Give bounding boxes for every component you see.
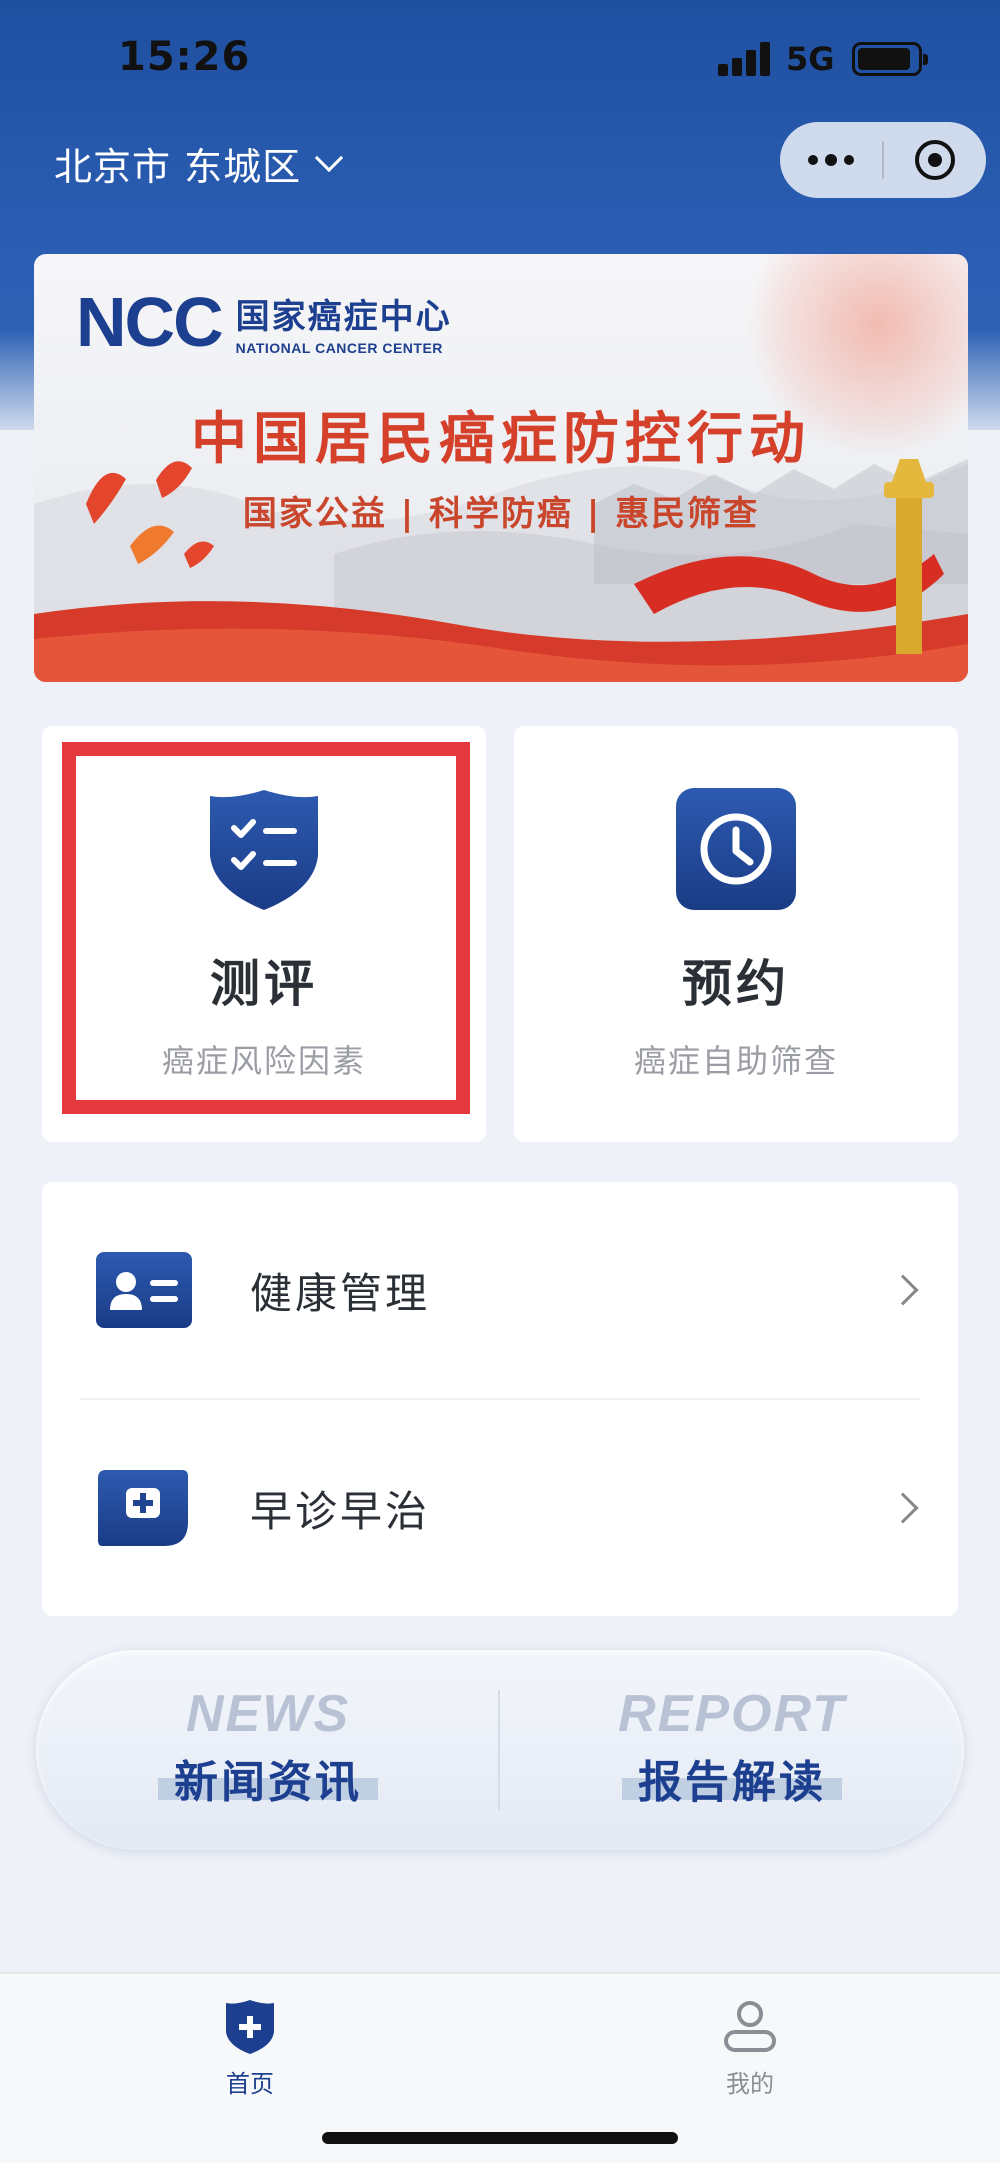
signal-icon: [718, 40, 772, 76]
miniprogram-capsule: [780, 122, 986, 198]
ncc-logo: NCC 国家癌症中心 NATIONAL CANCER CENTER: [76, 282, 452, 362]
report-button[interactable]: REPORT 报告解读: [500, 1650, 964, 1850]
more-icon[interactable]: [780, 122, 882, 198]
tab-mine[interactable]: 我的: [650, 1988, 850, 2108]
news-button[interactable]: NEWS 新闻资讯: [36, 1650, 500, 1850]
network-type: 5G: [786, 40, 835, 78]
status-time: 15:26: [118, 34, 251, 80]
chevron-down-icon: [314, 143, 344, 172]
home-indicator: [322, 2132, 678, 2144]
banner-subtitle: 国家公益 | 科学防癌 | 惠民筛查: [242, 494, 760, 534]
menu-item-early-diagnosis[interactable]: 早诊早治: [42, 1400, 958, 1616]
menu-list: 健康管理 早诊早治: [42, 1182, 958, 1616]
chevron-right-icon: [887, 1492, 919, 1524]
quick-links-pill: NEWS 新闻资讯 REPORT 报告解读: [36, 1650, 964, 1850]
ncc-logo-en: NATIONAL CANCER CENTER: [235, 339, 443, 356]
status-bar: 15:26 5G: [0, 0, 1000, 120]
menu-item-label: 健康管理: [250, 1268, 431, 1318]
id-card-icon: [96, 1252, 192, 1328]
close-miniprogram-icon[interactable]: [884, 122, 986, 198]
news-cn-label: 新闻资讯: [174, 1757, 362, 1808]
banner-title: 中国居民癌症防控行动: [191, 407, 811, 472]
appointment-title: 预约: [682, 955, 790, 1013]
banner[interactable]: NCC 国家癌症中心 NATIONAL CANCER CENTER 中国居民癌症…: [34, 254, 968, 682]
report-en-label: REPORT: [618, 1685, 846, 1743]
medical-kit-icon: [98, 1470, 188, 1546]
location-selector[interactable]: 北京市 东城区: [54, 136, 344, 191]
location-label: 北京市 东城区: [54, 145, 302, 189]
clock-icon: [676, 788, 796, 910]
ncc-logo-letters: NCC: [76, 283, 224, 361]
chevron-right-icon: [887, 1274, 919, 1306]
appointment-subtitle: 癌症自助筛查: [633, 1042, 838, 1080]
tab-home[interactable]: 首页: [150, 1988, 350, 2108]
ncc-logo-cn: 国家癌症中心: [235, 296, 452, 337]
report-cn-label: 报告解读: [638, 1757, 826, 1808]
tab-mine-label: 我的: [726, 2070, 774, 2098]
news-en-label: NEWS: [186, 1685, 350, 1743]
appointment-card[interactable]: 预约 癌症自助筛查: [514, 726, 958, 1142]
battery-icon: [852, 42, 928, 76]
home-shield-icon: [226, 2000, 274, 2054]
tab-home-label: 首页: [226, 2070, 274, 2098]
user-icon: [724, 2001, 776, 2052]
highlight-box: [62, 742, 470, 1114]
menu-item-label: 早诊早治: [250, 1486, 431, 1536]
menu-item-health-management[interactable]: 健康管理: [42, 1182, 958, 1398]
